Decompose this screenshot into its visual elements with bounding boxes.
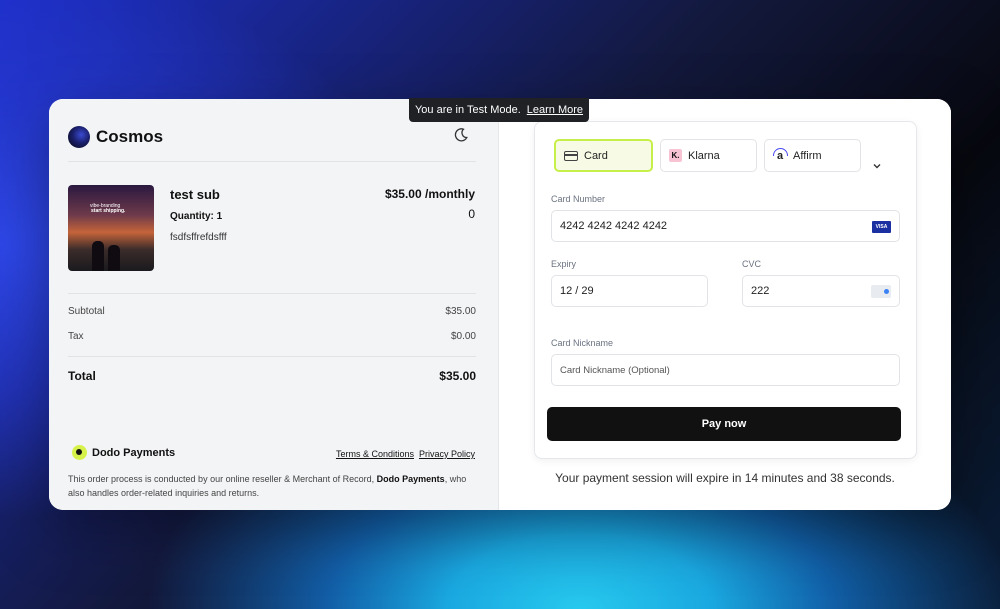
product-image: vibe-branding start shipping. <box>68 185 154 271</box>
tax-label: Tax <box>68 331 84 342</box>
payment-panel: Card K. Klarna a Affirm Card Number 4242… <box>499 99 951 510</box>
card-nickname-input[interactable]: Card Nickname (Optional) <box>551 354 900 386</box>
tab-affirm[interactable]: a Affirm <box>764 139 861 172</box>
learn-more-link[interactable]: Learn More <box>527 104 583 116</box>
visa-icon: VISA <box>872 221 891 233</box>
product-quantity: Quantity: 1 <box>170 211 223 222</box>
subtotal-label: Subtotal <box>68 306 105 317</box>
product-description: fsdfsffrefdsfff <box>170 232 227 243</box>
cvc-card-icon <box>871 285 891 298</box>
product-image-tagline: start shipping. <box>91 208 126 214</box>
moon-icon[interactable] <box>453 127 469 143</box>
product-price-extra: 0 <box>468 207 475 221</box>
card-number-input[interactable]: 4242 4242 4242 4242 VISA <box>551 210 900 242</box>
product-price: $35.00 /monthly <box>384 187 475 201</box>
chevron-down-icon[interactable] <box>870 159 884 173</box>
terms-link[interactable]: Terms & Conditions <box>336 449 414 459</box>
cvc-input[interactable]: 222 <box>742 275 900 307</box>
order-summary-panel: Cosmos vibe-branding start shipping. tes… <box>49 99 499 510</box>
subtotal-value: $35.00 <box>445 306 476 317</box>
pay-now-button[interactable]: Pay now <box>547 407 901 441</box>
affirm-icon: a <box>773 147 788 163</box>
total-value: $35.00 <box>439 369 476 383</box>
product-name: test sub <box>170 187 220 202</box>
card-number-value: 4242 4242 4242 4242 <box>560 220 668 232</box>
merchant-logo <box>68 126 90 148</box>
dodo-brand-name: Dodo Payments <box>92 446 176 459</box>
card-number-label: Card Number <box>551 194 606 204</box>
figure-silhouette <box>92 241 104 271</box>
test-mode-banner: You are in Test Mode. Learn More <box>409 98 589 122</box>
tab-card-label: Card <box>584 149 608 162</box>
tab-card[interactable]: Card <box>554 139 653 172</box>
footer-links: Terms & Conditions Privacy Policy <box>336 449 475 459</box>
legal-merchant-name: Dodo Payments <box>376 474 445 484</box>
test-mode-text: You are in Test Mode. <box>414 104 521 116</box>
dodo-logo-icon <box>72 445 87 460</box>
total-row: Total $35.00 <box>68 369 476 383</box>
expiry-input[interactable]: 12 / 29 <box>551 275 708 307</box>
nickname-label: Card Nickname <box>551 338 614 348</box>
tab-klarna-label: Klarna <box>688 149 720 162</box>
cvc-label: CVC <box>742 259 762 269</box>
legal-text: This order process is conducted by our o… <box>68 474 375 484</box>
dodo-payments-brand: Dodo Payments <box>72 445 175 460</box>
tab-affirm-label: Affirm <box>793 149 822 162</box>
tax-row: Tax $0.00 <box>68 331 476 342</box>
subtotal-row: Subtotal $35.00 <box>68 306 476 317</box>
expiry-label: Expiry <box>551 259 577 269</box>
session-expiry-notice: Your payment session will expire in 14 m… <box>555 471 895 485</box>
klarna-icon: K. <box>669 149 682 162</box>
figure-silhouette <box>108 245 120 271</box>
divider <box>68 356 476 357</box>
checkout-card: Cosmos vibe-branding start shipping. tes… <box>49 99 951 510</box>
nickname-placeholder: Card Nickname (Optional) <box>560 364 670 376</box>
credit-card-icon <box>564 150 578 161</box>
merchant-brand: Cosmos <box>68 126 163 148</box>
total-label: Total <box>68 369 96 383</box>
legal-notice: This order process is conducted by our o… <box>68 472 478 500</box>
divider <box>68 161 476 162</box>
privacy-link[interactable]: Privacy Policy <box>419 449 475 459</box>
tab-klarna[interactable]: K. Klarna <box>660 139 757 172</box>
divider <box>68 293 476 294</box>
tax-value: $0.00 <box>450 331 476 342</box>
cvc-value: 222 <box>751 285 770 297</box>
expiry-value: 12 / 29 <box>560 285 594 297</box>
merchant-name: Cosmos <box>96 127 164 146</box>
